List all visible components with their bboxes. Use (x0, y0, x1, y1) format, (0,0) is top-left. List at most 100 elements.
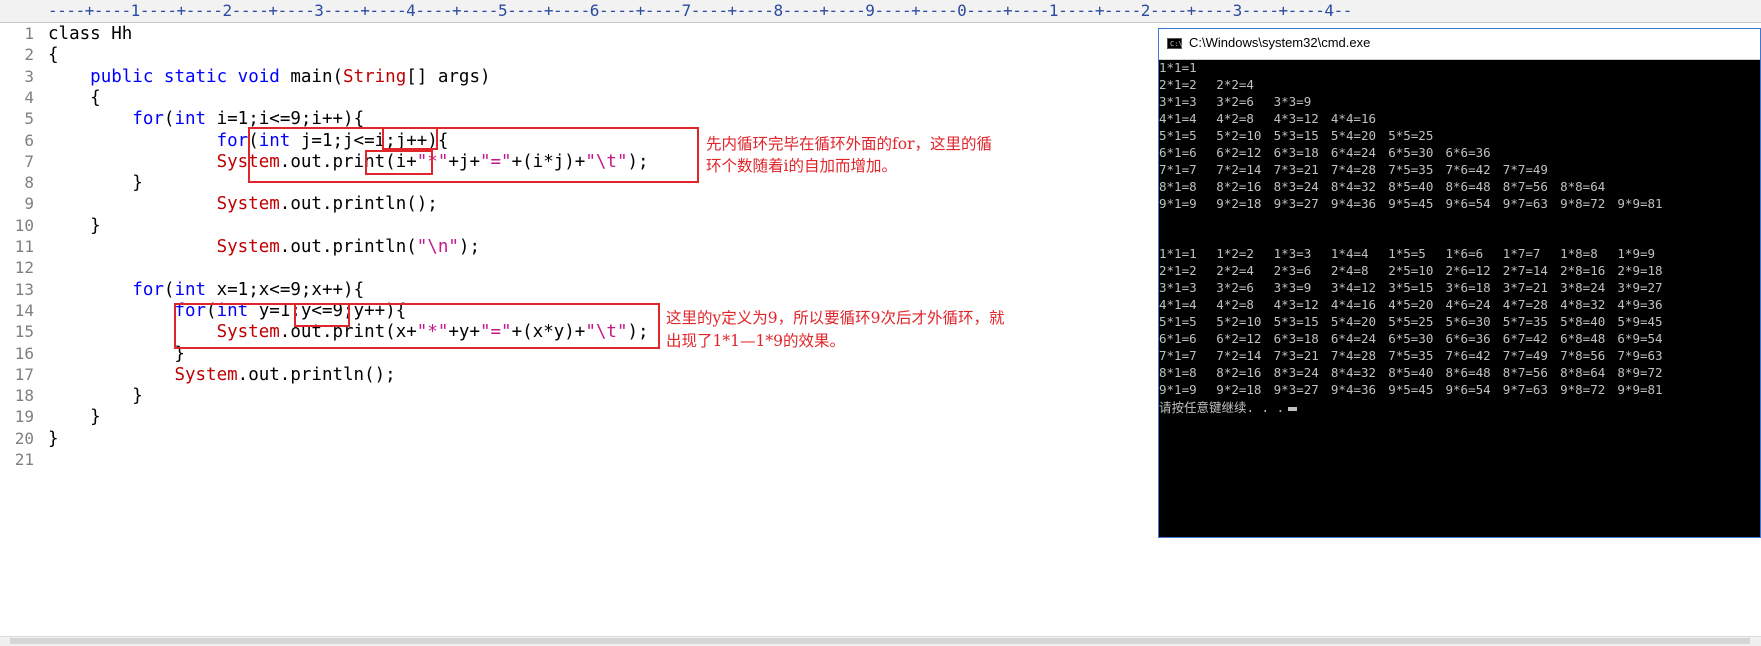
console-cell: 3*4=12 (1330, 280, 1377, 296)
console-cell: 2*3=6 (1273, 263, 1312, 279)
code-line: public static void main(String[] args) (48, 65, 491, 89)
annotation-note-2-line-2: 出现了1*1—1*9的效果。 (666, 332, 845, 350)
console-cell: 8*5=40 (1388, 365, 1434, 381)
code-token: } (48, 215, 101, 236)
console-cell: 5*7=35 (1502, 314, 1548, 330)
console-cell: 1*7=7 (1502, 246, 1541, 262)
console-cursor (1288, 406, 1298, 411)
console-cell: 1*2=2 (1216, 246, 1254, 262)
code-token: x=1;x<=9;x++){ (206, 279, 365, 300)
console-cell: 4*1=4 (1159, 297, 1197, 313)
annotation-note-1-line-2: 环个数随着i的自加而增加。 (706, 157, 897, 175)
console-cell: 9*4=36 (1330, 382, 1377, 398)
code-line: class Hh (48, 22, 132, 46)
console-cell: 6*8=48 (1560, 331, 1606, 347)
annotation-note-2-line-1: 这里的y定义为9，所以要循环9次后才外循环，就 (666, 309, 1005, 327)
console-cell: 5*3=15 (1273, 127, 1319, 143)
code-token: int (174, 109, 207, 130)
console-window[interactable]: C:\ C:\Windows\system32\cmd.exe 1*1=1 2*1… (1158, 28, 1761, 538)
console-cell: 1*5=5 (1388, 246, 1426, 262)
console-cell: 9*1=9 (1159, 382, 1197, 398)
console-cell: 7*7=49 (1502, 348, 1548, 364)
console-cell: 8*2=16 (1216, 365, 1262, 381)
console-cell: 9*3=27 (1273, 195, 1319, 211)
console-cell: 1*1=1 (1159, 246, 1197, 262)
ruler-text: ----+----1----+----2----+----3----+----4… (48, 1, 1352, 20)
console-cell: 9*4=36 (1330, 195, 1377, 211)
console-cell: 2*2=4 (1216, 263, 1254, 279)
code-token: .out.println(); (237, 364, 396, 385)
console-cell: 1*6=6 (1445, 246, 1484, 262)
code-token: for (132, 109, 164, 130)
console-cell: 6*3=18 (1273, 144, 1319, 160)
console-cell: 6*5=30 (1388, 144, 1434, 160)
console-cell: 7*1=7 (1159, 161, 1197, 177)
console-cell: 8*7=56 (1502, 178, 1548, 194)
console-cell: 7*7=49 (1502, 161, 1548, 177)
code-token: } (48, 386, 143, 407)
console-cell: 8*3=24 (1273, 365, 1319, 381)
code-token: .out.println(); (279, 194, 438, 215)
scrollbar-thumb[interactable] (10, 638, 1750, 644)
cmd-icon: C:\ (1167, 38, 1183, 49)
code-token: } (48, 428, 59, 449)
console-cell: 8*9=72 (1617, 365, 1663, 381)
highlight-box-inner-loop (248, 127, 699, 183)
code-token: main( (279, 66, 344, 87)
console-cell: 9*3=27 (1273, 382, 1319, 398)
code-token: { (48, 45, 59, 66)
console-cell: 6*3=18 (1273, 331, 1319, 347)
console-cell: 5*2=10 (1216, 127, 1262, 143)
console-cell: 7*6=42 (1445, 348, 1491, 364)
console-prompt-row: 请按任意键继续. . . (1159, 399, 1298, 416)
console-cell: 8*4=32 (1330, 178, 1377, 194)
console-cell: 8*1=8 (1159, 178, 1197, 194)
console-title: C:\Windows\system32\cmd.exe (1189, 35, 1371, 50)
console-cell: 3*1=3 (1159, 280, 1197, 296)
console-titlebar[interactable]: C:\ C:\Windows\system32\cmd.exe (1159, 29, 1760, 60)
console-cell: 1*9=9 (1617, 246, 1656, 262)
console-cell: 9*2=18 (1216, 195, 1262, 211)
code-token: class Hh (48, 24, 133, 44)
console-cell: 6*1=6 (1159, 144, 1197, 160)
console-cell: 4*6=24 (1445, 297, 1491, 313)
console-cell: 3*9=27 (1617, 280, 1663, 296)
line-number: 21 (14, 450, 34, 469)
console-cell: 7*6=42 (1445, 161, 1491, 177)
console-cell: 8*8=64 (1560, 178, 1606, 194)
console-cell: 9*7=63 (1502, 195, 1548, 211)
console-cell: 4*5=20 (1388, 297, 1434, 313)
code-token: String (343, 66, 407, 87)
console-cell: 5*1=5 (1159, 127, 1197, 143)
code-token: [] args) (406, 66, 491, 87)
console-cell: 2*1=2 (1159, 76, 1197, 92)
console-cell: 8*6=48 (1445, 365, 1491, 381)
console-cell: 7*4=28 (1330, 348, 1377, 364)
highlight-box-condition-y (294, 303, 350, 327)
console-cell: 5*4=20 (1330, 127, 1377, 143)
highlight-box-condition-j (382, 127, 438, 150)
code-token: public static void (90, 66, 280, 87)
console-cell: 5*2=10 (1216, 314, 1262, 330)
console-cell: 7*3=21 (1273, 348, 1319, 364)
console-cell: 3*7=21 (1502, 280, 1548, 296)
console-cell: 9*5=45 (1388, 382, 1434, 398)
code-token: ); (458, 237, 480, 257)
console-cell: 3*2=6 (1216, 280, 1254, 296)
console-cell: 4*4=16 (1330, 110, 1377, 126)
console-cell: 8*7=56 (1502, 365, 1548, 381)
console-cell: 2*6=12 (1445, 263, 1491, 279)
console-cell: 5*5=25 (1388, 127, 1434, 143)
console-cell: 4*2=8 (1216, 297, 1254, 313)
console-cell: 5*6=30 (1445, 314, 1491, 330)
console-cell: 5*9=45 (1617, 314, 1663, 330)
code-token: System (216, 237, 280, 257)
console-cell: 9*7=63 (1502, 382, 1548, 398)
console-cell: 9*8=72 (1560, 195, 1606, 211)
console-cell: 9*9=81 (1617, 195, 1663, 211)
console-cell: 7*5=35 (1388, 161, 1434, 177)
code-token: System (216, 194, 280, 215)
